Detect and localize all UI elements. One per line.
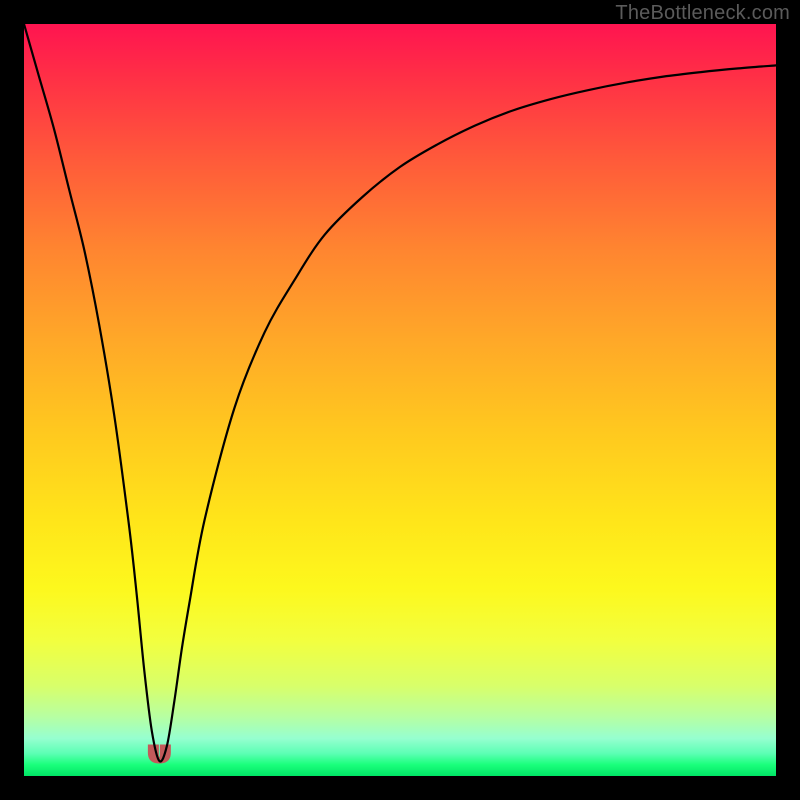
plot-area	[24, 24, 776, 776]
gradient-background	[24, 24, 776, 776]
watermark-text: TheBottleneck.com	[615, 2, 790, 25]
outer-frame: TheBottleneck.com	[0, 0, 800, 800]
